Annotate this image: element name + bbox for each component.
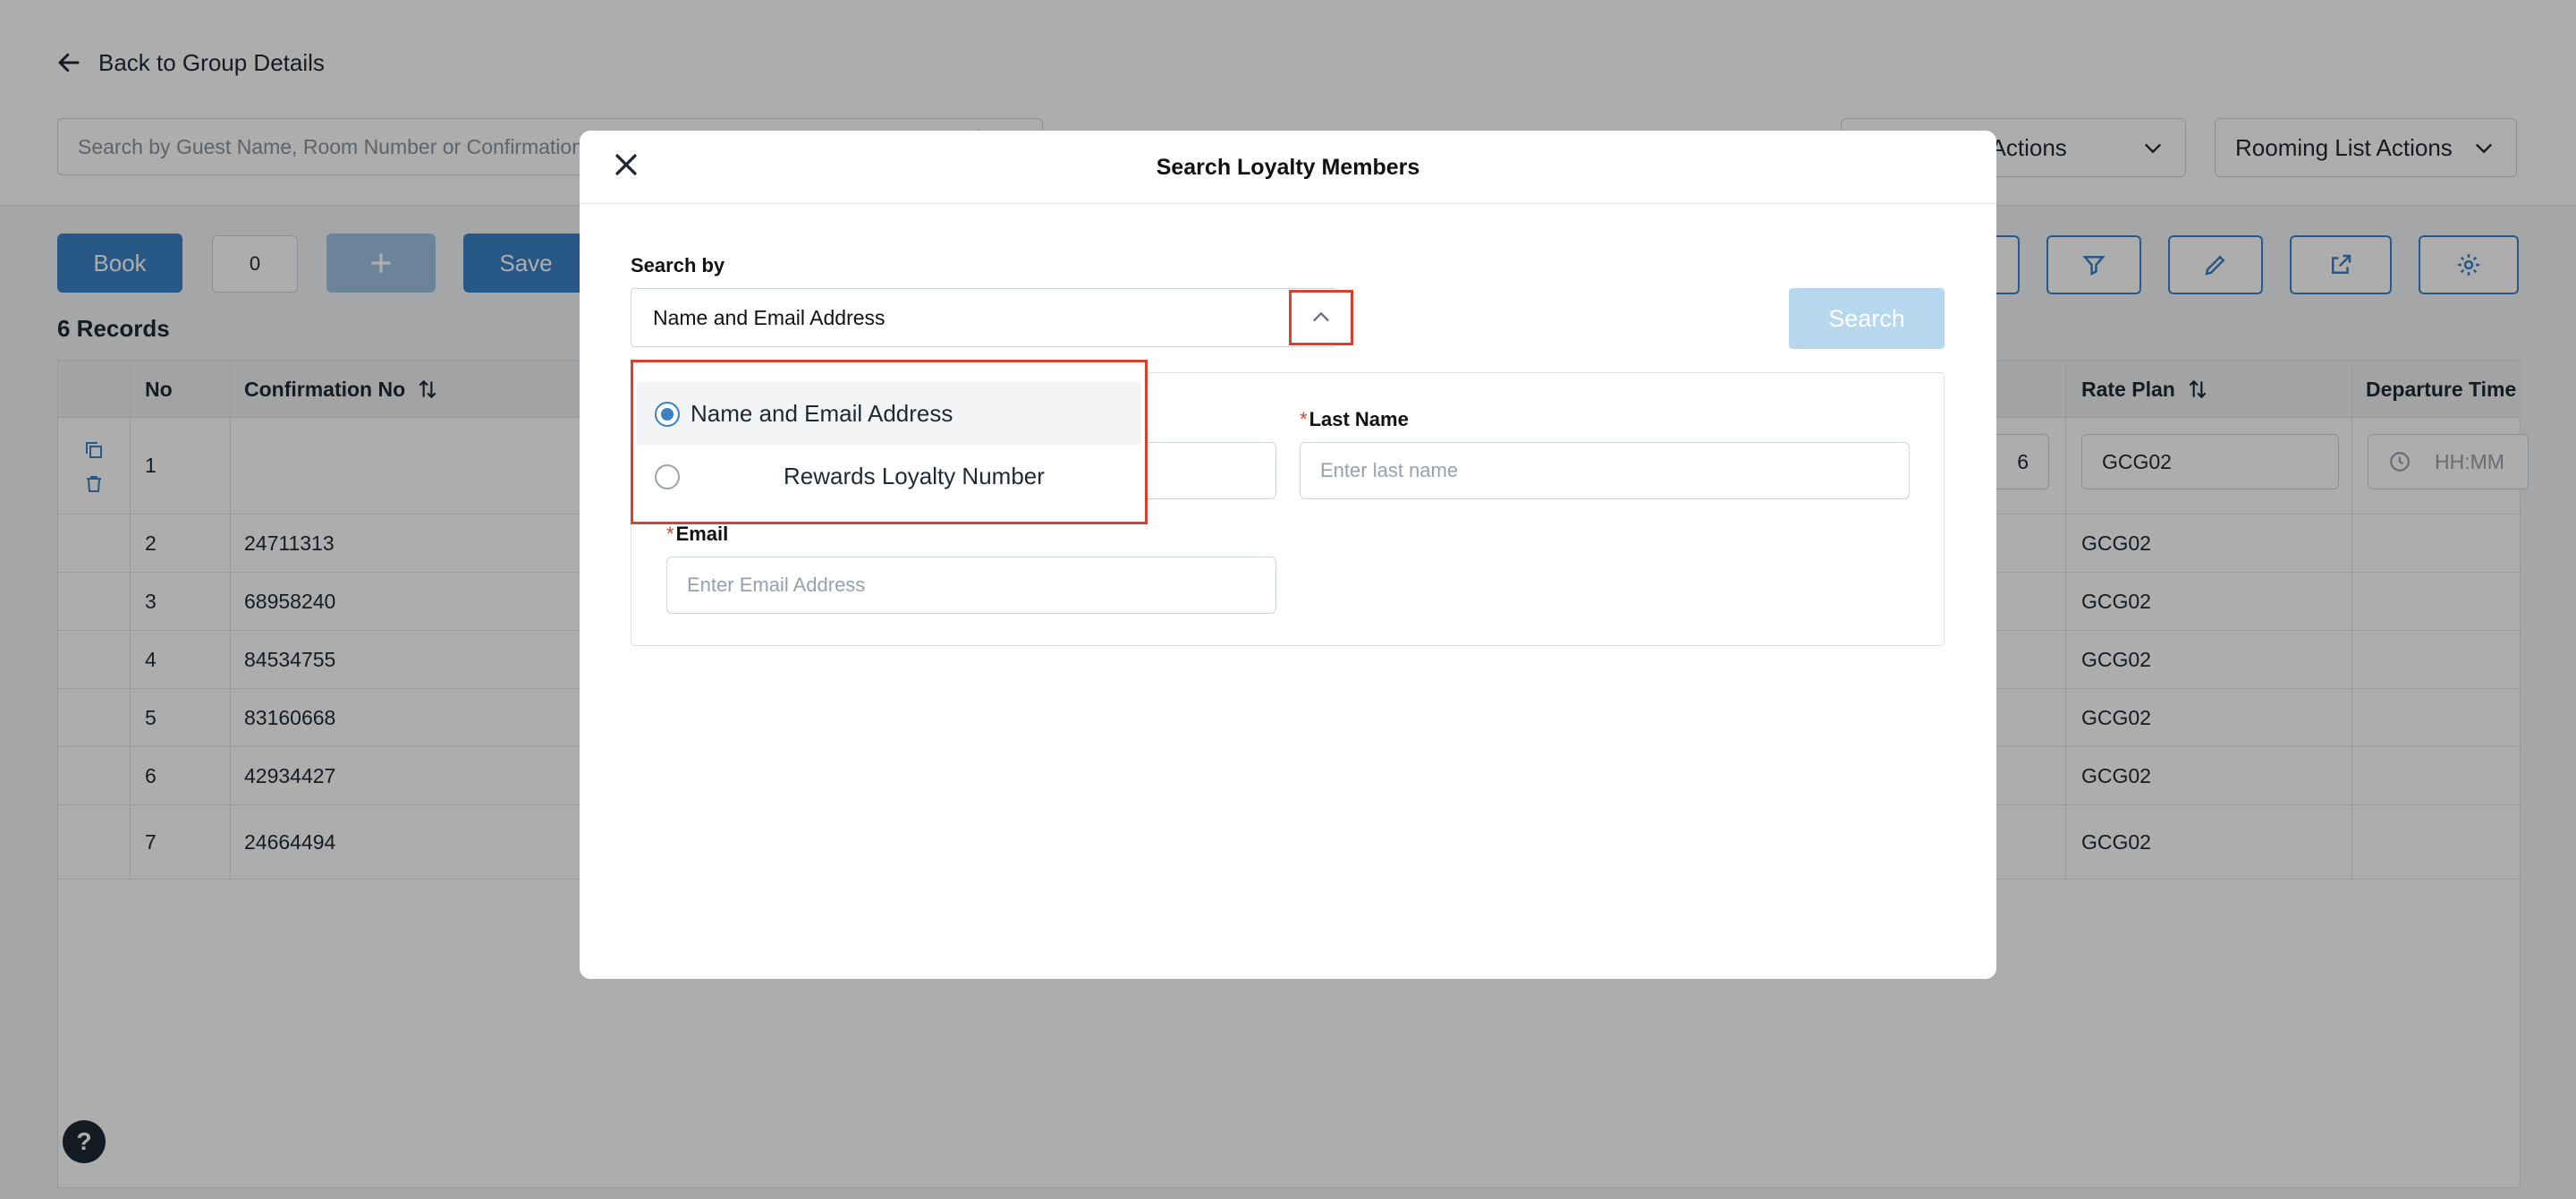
search-by-selected-value: Name and Email Address — [653, 305, 886, 329]
search-by-label: Search by — [631, 254, 725, 276]
search-loyalty-members-modal: Search Loyalty Members Search by Name an… — [580, 131, 1996, 979]
last-name-input[interactable]: Enter last name — [1300, 442, 1910, 499]
required-mark: * — [666, 523, 674, 545]
modal-title: Search Loyalty Members — [1156, 154, 1420, 180]
search-by-select[interactable]: Name and Email Address — [631, 288, 1337, 347]
option-label: Rewards Loyalty Number — [784, 462, 1045, 489]
option-label: Name and Email Address — [691, 399, 953, 427]
email-label-text: Email — [675, 523, 729, 545]
chevron-up-icon — [1313, 311, 1329, 322]
email-input[interactable]: Enter Email Address — [666, 557, 1276, 614]
required-mark: * — [1300, 408, 1308, 430]
search-by-toggle-button[interactable] — [1289, 290, 1353, 345]
last-name-label-text: Last Name — [1309, 408, 1409, 430]
search-button[interactable]: Search — [1789, 288, 1945, 349]
email-label: *Email — [666, 523, 728, 546]
close-icon — [615, 154, 637, 175]
close-button[interactable] — [608, 147, 644, 183]
radio-selected-icon — [655, 402, 680, 427]
last-name-label: *Last Name — [1300, 408, 1409, 431]
search-by-options-dropdown: Name and Email Address Rewards Loyalty N… — [631, 360, 1148, 524]
radio-unselected-icon — [655, 464, 680, 489]
option-rewards-loyalty-number[interactable]: Rewards Loyalty Number — [637, 445, 1141, 507]
option-name-and-email[interactable]: Name and Email Address — [637, 382, 1141, 445]
